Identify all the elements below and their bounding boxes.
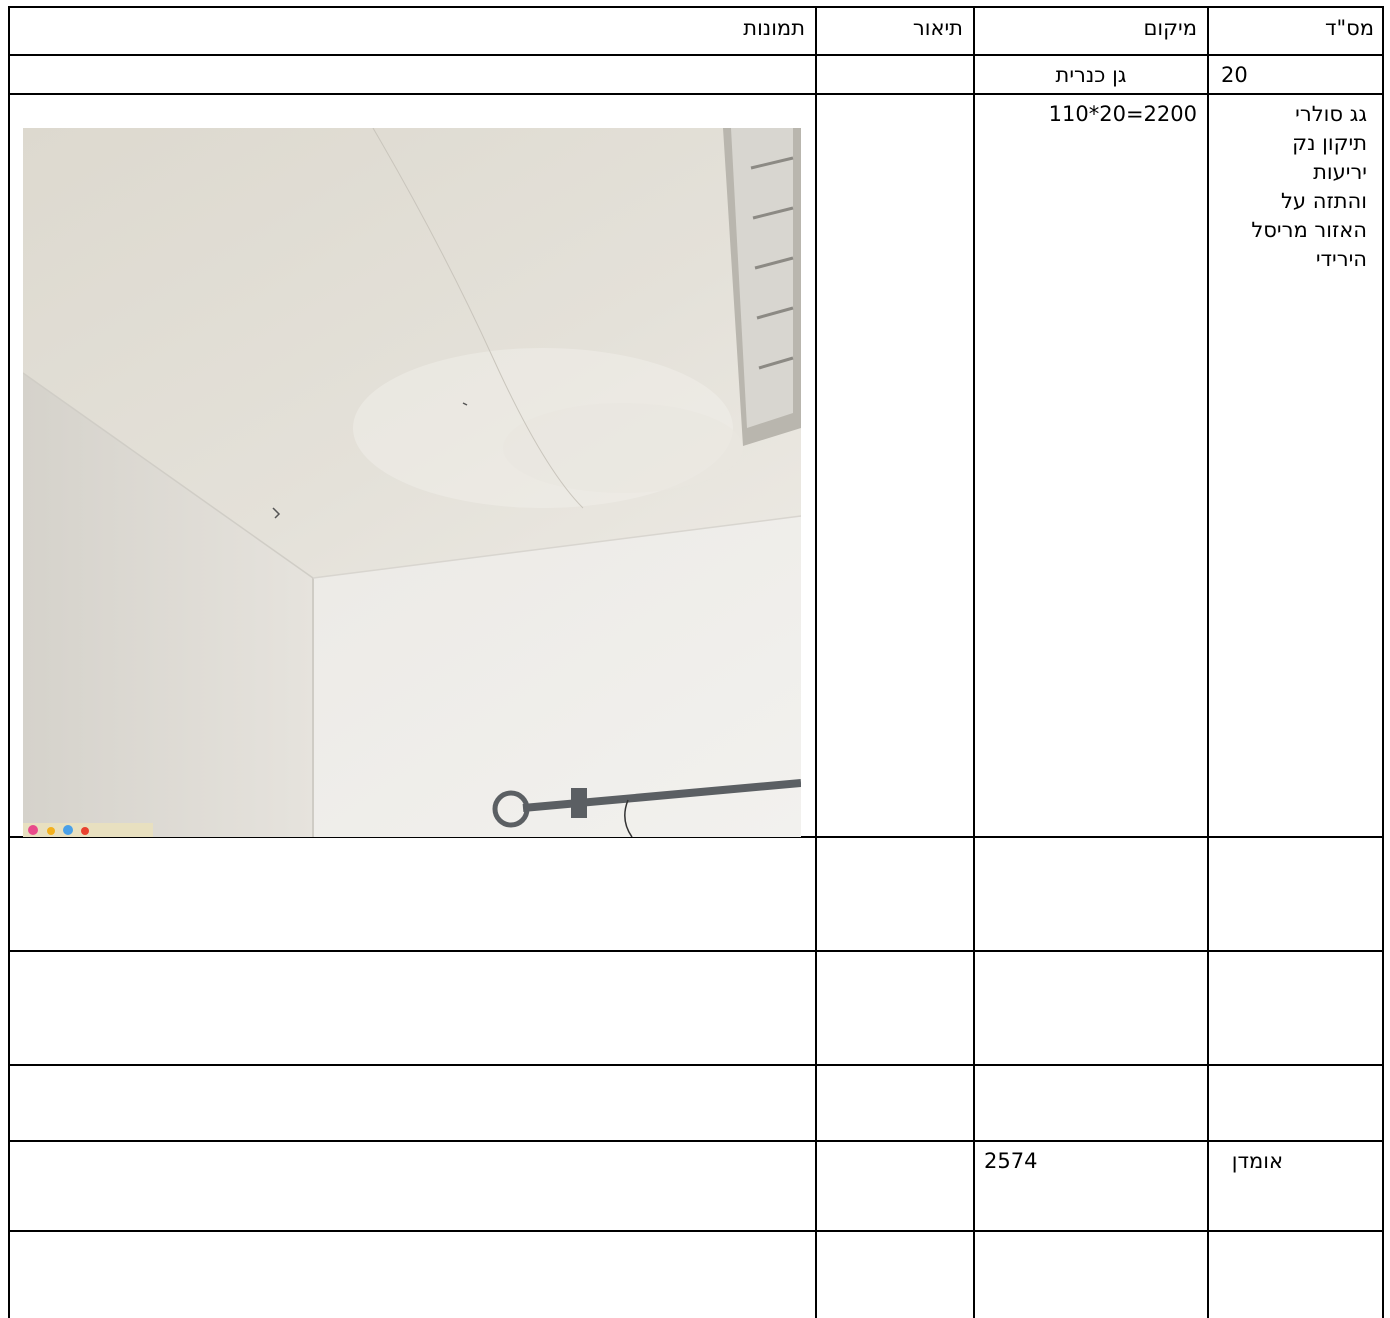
row2-item-line: גג סולרי xyxy=(1295,102,1367,126)
row1-num: 20 xyxy=(1221,63,1248,87)
ceiling-photo xyxy=(23,128,801,837)
row2-item-line: תיקון נק xyxy=(1292,131,1367,155)
row2-item-line: הירידי xyxy=(1315,247,1367,271)
estimate-value: 2574 xyxy=(984,1149,1038,1173)
table-rule xyxy=(8,1064,1384,1066)
row2-item-description: גג סולרי תיקון נק יריעות והתזה על האזור … xyxy=(1251,100,1367,274)
header-pictures: תמונות xyxy=(743,16,805,40)
table-rule xyxy=(8,54,1384,56)
table-rule xyxy=(8,1230,1384,1232)
header-num: מס"ד xyxy=(1324,16,1374,40)
table-column-rule xyxy=(815,6,817,1318)
ceiling-photo-image xyxy=(23,128,801,837)
table-column-rule xyxy=(1207,6,1209,1318)
estimate-label: אומדן xyxy=(1231,1149,1283,1173)
table-border-left xyxy=(8,6,10,1318)
table-rule xyxy=(8,93,1384,95)
row2-location-calc: 110*20=2200 xyxy=(1048,102,1197,126)
table-column-rule xyxy=(973,6,975,1318)
row2-item-line: האזור מריסל xyxy=(1251,218,1367,242)
table-rule xyxy=(8,1140,1384,1142)
table-border-top xyxy=(8,6,1384,8)
row2-item-line: והתזה על xyxy=(1281,189,1367,213)
row2-item-line: יריעות xyxy=(1313,160,1367,184)
header-location: מיקום xyxy=(1143,16,1197,40)
table-rule xyxy=(8,950,1384,952)
document-table: מס"ד מיקום תיאור תמונות 20 גן כנרית גג ס… xyxy=(0,0,1390,1318)
table-border-right xyxy=(1382,6,1384,1318)
row1-location: גן כנרית xyxy=(1055,63,1127,87)
header-description: תיאור xyxy=(912,16,963,40)
